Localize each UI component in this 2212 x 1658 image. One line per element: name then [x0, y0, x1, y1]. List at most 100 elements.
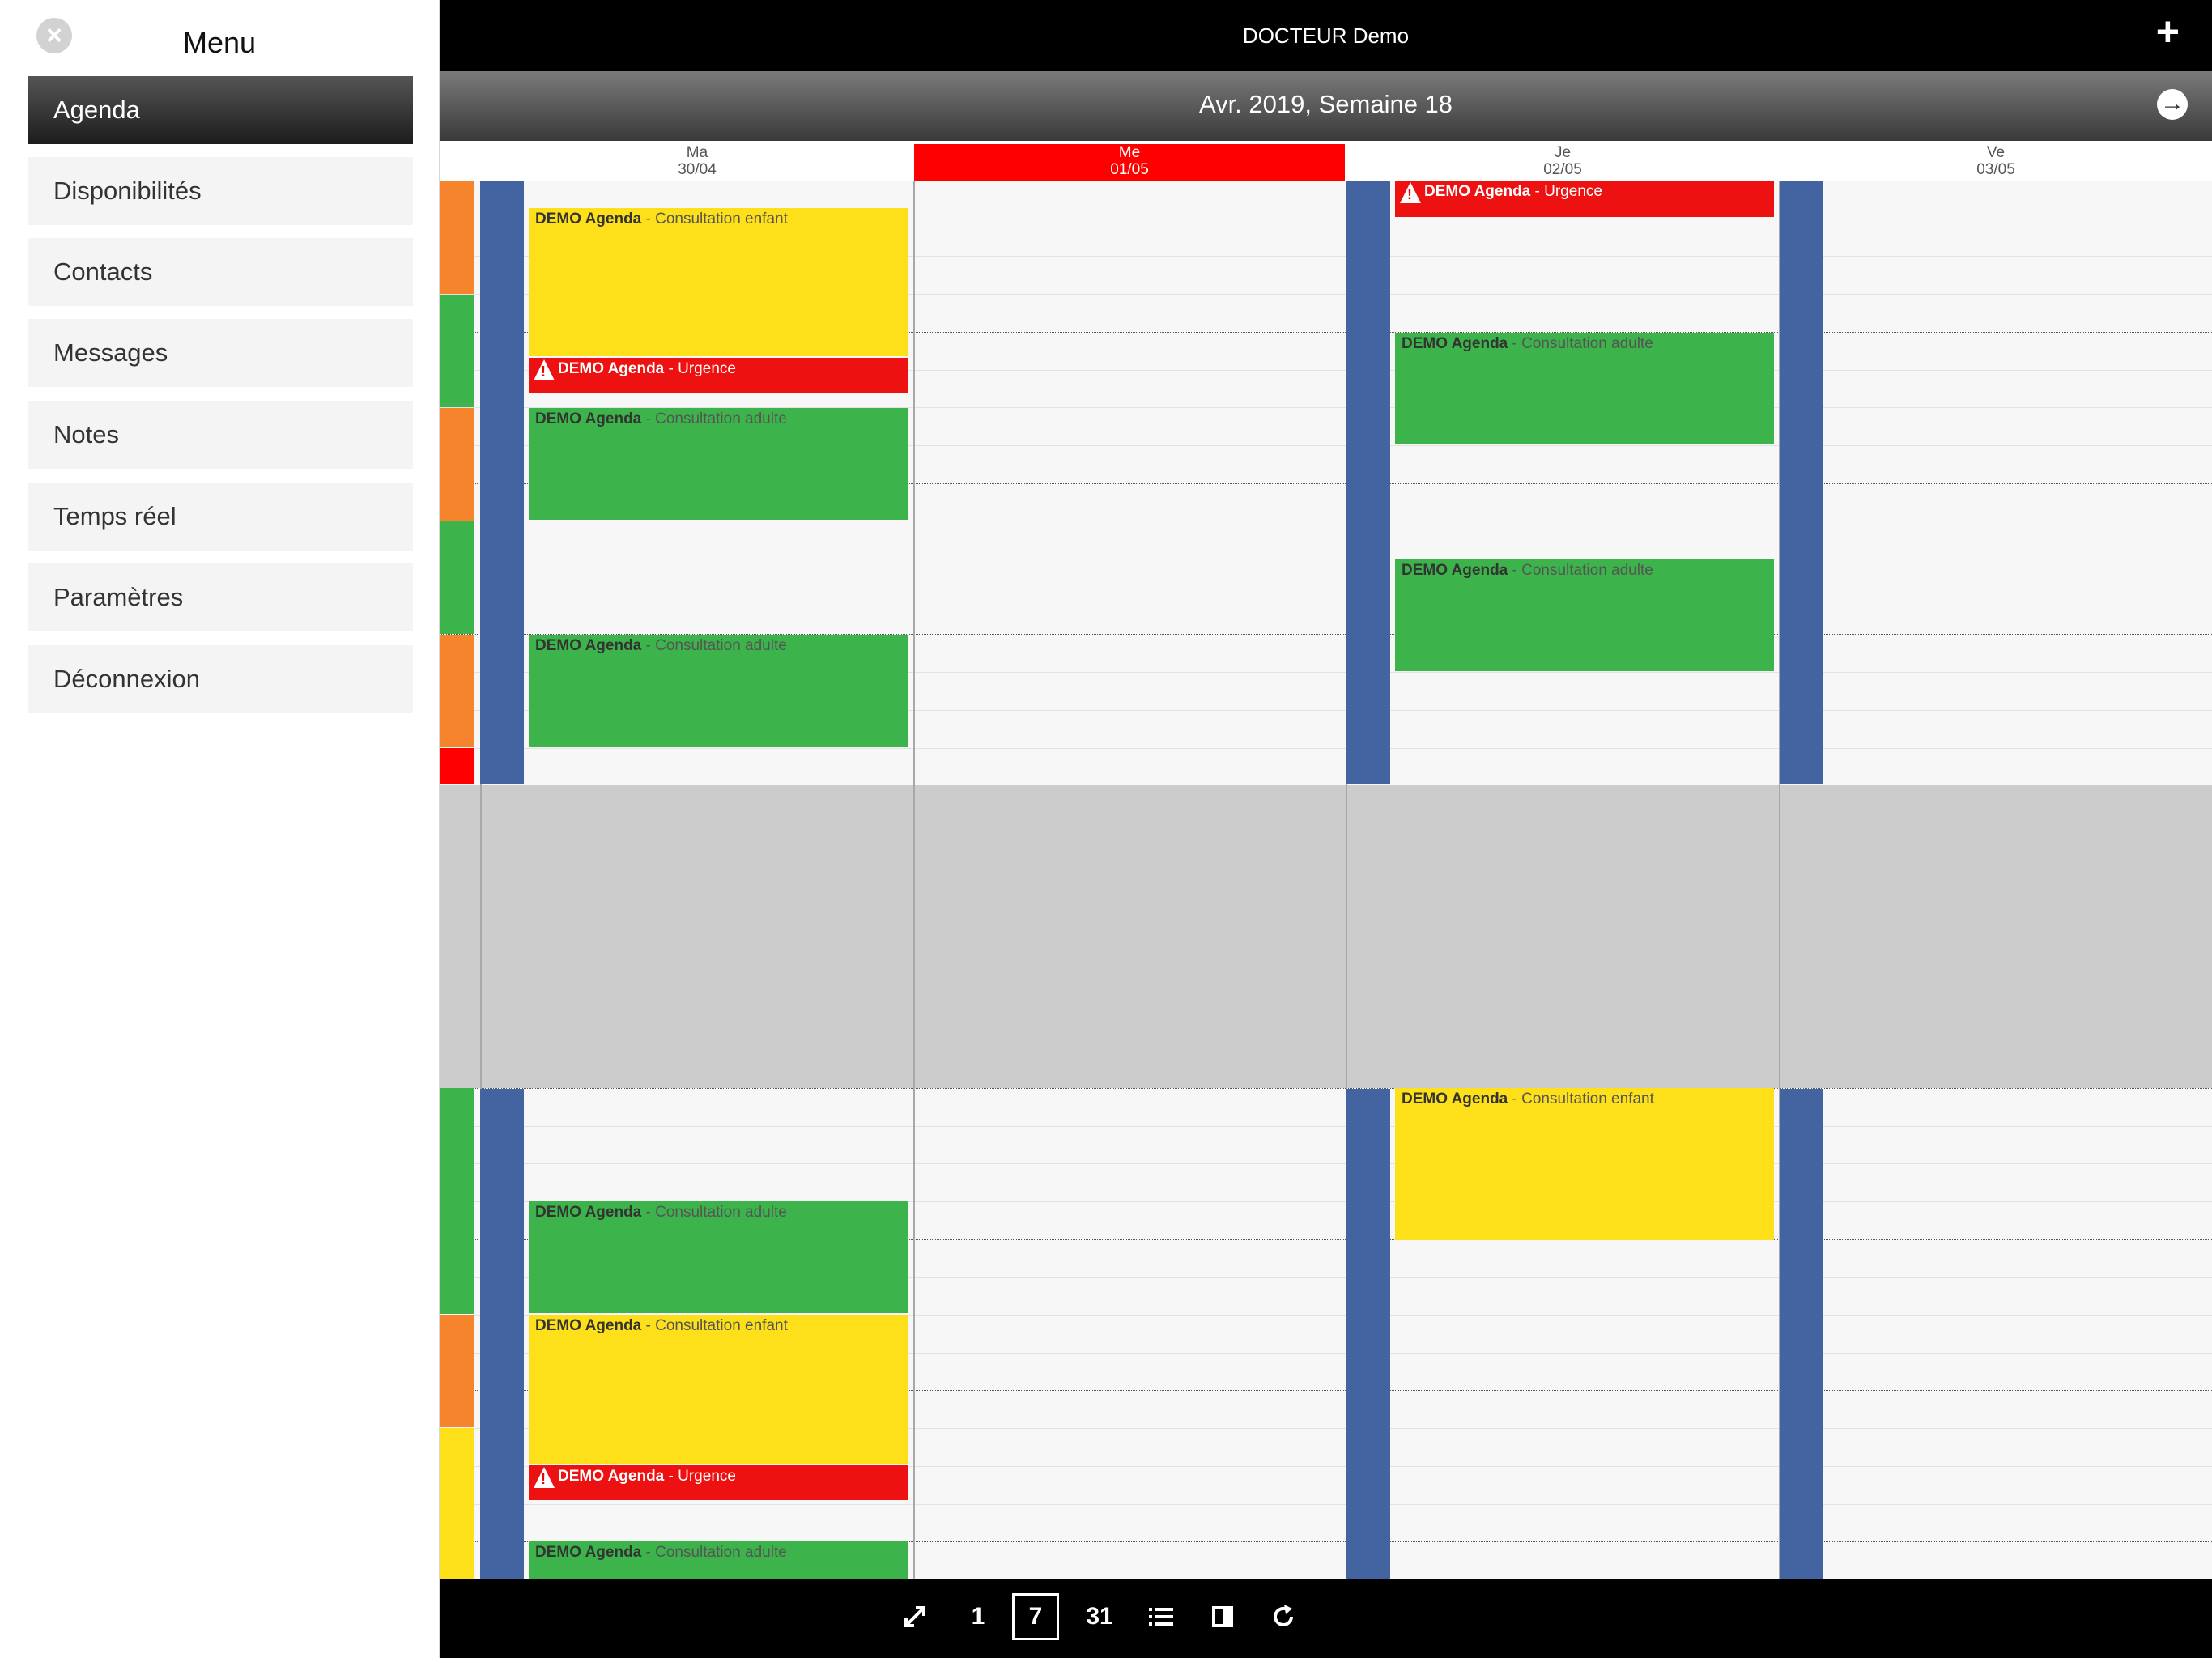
appointment[interactable]: DEMO Agenda - Consultation adulte — [1395, 333, 1774, 444]
day-date: 02/05 — [1543, 161, 1582, 178]
appointment-type: - Consultation adulte — [645, 1544, 787, 1561]
appointment-type: - Consultation enfant — [645, 210, 788, 227]
sidebar-item-label: Notes — [53, 420, 119, 449]
day-name: Ma — [686, 144, 708, 161]
availability-bar — [480, 1089, 524, 1579]
appointment-urgent[interactable]: DEMO Agenda - Urgence — [1395, 181, 1774, 217]
sidebar-item-label: Disponibilités — [53, 176, 202, 205]
month-view-button[interactable]: 31 — [1076, 1593, 1123, 1640]
warning-icon — [534, 1467, 555, 1488]
grid-line — [440, 1163, 2212, 1164]
appointment[interactable]: DEMO Agenda - Consultation enfant — [1395, 1088, 1774, 1240]
appointment-urgent[interactable]: DEMO Agenda - Urgence — [529, 1465, 908, 1500]
appointment[interactable]: DEMO Agenda - Consultation enfant — [529, 1315, 908, 1464]
availability-bar — [1346, 181, 1390, 784]
availability-segment — [440, 295, 474, 407]
availability-segment — [440, 1201, 474, 1314]
day-date: 01/05 — [1110, 161, 1149, 178]
grid-line — [440, 748, 2212, 749]
sidebar-item-notes[interactable]: Notes — [28, 401, 413, 469]
sidebar-item-deconnexion[interactable]: Déconnexion — [28, 645, 413, 713]
appointment-title: DEMO Agenda — [558, 360, 665, 377]
appointment-type: - Consultation adulte — [645, 410, 787, 427]
day-header-ma[interactable]: Ma 30/04 — [481, 144, 913, 181]
top-bar: DOCTEUR Demo + — [440, 0, 2212, 71]
availability-segment — [440, 1088, 474, 1201]
day-header-ve[interactable]: Ve 03/05 — [1780, 144, 2212, 181]
day-date: 30/04 — [678, 161, 717, 178]
menu-title: Menu — [182, 26, 257, 59]
appointment-title: DEMO Agenda — [535, 637, 642, 654]
appointment-title: DEMO Agenda — [1402, 562, 1508, 579]
appointment-title: DEMO Agenda — [535, 1204, 642, 1221]
sidebar-menu: × Menu Agenda Disponibilités Contacts Me… — [0, 0, 440, 1658]
availability-bar — [1346, 1089, 1390, 1579]
day-name: Me — [1118, 144, 1141, 161]
week-title: Avr. 2019, Semaine 18 — [1198, 90, 1453, 118]
day-view-button[interactable]: 1 — [955, 1593, 1002, 1640]
availability-bar — [480, 181, 524, 784]
sidebar-item-agenda[interactable]: Agenda — [28, 76, 413, 144]
sidebar-item-label: Paramètres — [53, 583, 184, 611]
sidebar-item-contacts[interactable]: Contacts — [28, 238, 413, 306]
availability-bar — [1780, 181, 1823, 784]
sidebar-item-temps-reel[interactable]: Temps réel — [28, 483, 413, 551]
warning-icon — [1400, 182, 1421, 203]
week-header: Avr. 2019, Semaine 18 → — [440, 71, 2212, 141]
appointment[interactable]: DEMO Agenda - Consultation adulte — [529, 408, 908, 520]
add-icon[interactable]: + — [2156, 11, 2180, 52]
sidebar-item-label: Déconnexion — [53, 665, 200, 693]
appointment-title: DEMO Agenda — [535, 210, 642, 227]
availability-segment — [440, 635, 474, 747]
split-view-icon[interactable] — [1199, 1593, 1246, 1640]
appointment-title: DEMO Agenda — [1402, 335, 1508, 352]
appointment-title: DEMO Agenda — [535, 1544, 642, 1561]
availability-segment — [440, 1315, 474, 1427]
expand-icon[interactable] — [891, 1593, 938, 1640]
appointment-type: - Urgence — [1534, 183, 1602, 200]
grid-line — [440, 1126, 2212, 1127]
appointment-type: - Consultation adulte — [645, 1204, 787, 1221]
week-view-button[interactable]: 7 — [1012, 1593, 1059, 1640]
appointment[interactable]: DEMO Agenda - Consultation adulte — [529, 635, 908, 747]
app-title: DOCTEUR Demo — [1242, 23, 1410, 48]
appointment[interactable]: DEMO Agenda - Consultation enfant — [529, 208, 908, 356]
arrow-right-icon[interactable]: → — [2157, 89, 2188, 120]
day-date: 03/05 — [1976, 161, 2015, 178]
appointment-urgent[interactable]: DEMO Agenda - Urgence — [529, 358, 908, 393]
appointment-title: DEMO Agenda — [558, 1468, 665, 1485]
grid-line — [440, 1088, 2212, 1089]
appointment-type: - Urgence — [668, 360, 736, 377]
appointment-title: DEMO Agenda — [1424, 183, 1531, 200]
appointment[interactable]: DEMO Agenda - Consultation adulte — [529, 1201, 908, 1313]
appointment-title: DEMO Agenda — [1402, 1090, 1508, 1107]
grid-line — [440, 1504, 2212, 1505]
list-icon[interactable] — [1138, 1593, 1185, 1640]
appointment-type: - Consultation adulte — [1512, 335, 1653, 352]
sidebar-item-label: Agenda — [53, 96, 140, 124]
bottom-toolbar: 1 7 31 — [440, 1579, 2212, 1658]
appointment[interactable]: DEMO Agenda - Consultation adulte — [529, 1541, 908, 1579]
appointment-type: - Urgence — [668, 1468, 736, 1485]
calendar-grid[interactable]: DEMO Agenda - Consultation enfant DEMO A… — [440, 181, 2212, 1579]
appointment-type: - Consultation adulte — [645, 637, 787, 654]
refresh-icon[interactable] — [1260, 1593, 1307, 1640]
sidebar-item-parametres[interactable]: Paramètres — [28, 563, 413, 631]
appointment[interactable]: DEMO Agenda - Consultation adulte — [1395, 559, 1774, 671]
availability-segment — [440, 1428, 474, 1579]
sidebar-item-disponibilites[interactable]: Disponibilités — [28, 157, 413, 225]
closed-hours-band — [440, 785, 2212, 1088]
appointment-type: - Consultation enfant — [1512, 1090, 1654, 1107]
sidebar-item-messages[interactable]: Messages — [28, 319, 413, 387]
appointment-title: DEMO Agenda — [535, 410, 642, 427]
availability-segment — [440, 521, 474, 634]
day-header-me[interactable]: Me 01/05 — [914, 144, 1345, 181]
sidebar-item-label: Contacts — [53, 257, 153, 286]
warning-icon — [534, 359, 555, 380]
availability-segment — [440, 748, 474, 784]
sidebar-item-label: Temps réel — [53, 502, 177, 530]
day-header-je[interactable]: Je 02/05 — [1346, 144, 1779, 181]
day-separator — [913, 181, 915, 1579]
availability-segment — [440, 408, 474, 521]
availability-bar — [1780, 1089, 1823, 1579]
